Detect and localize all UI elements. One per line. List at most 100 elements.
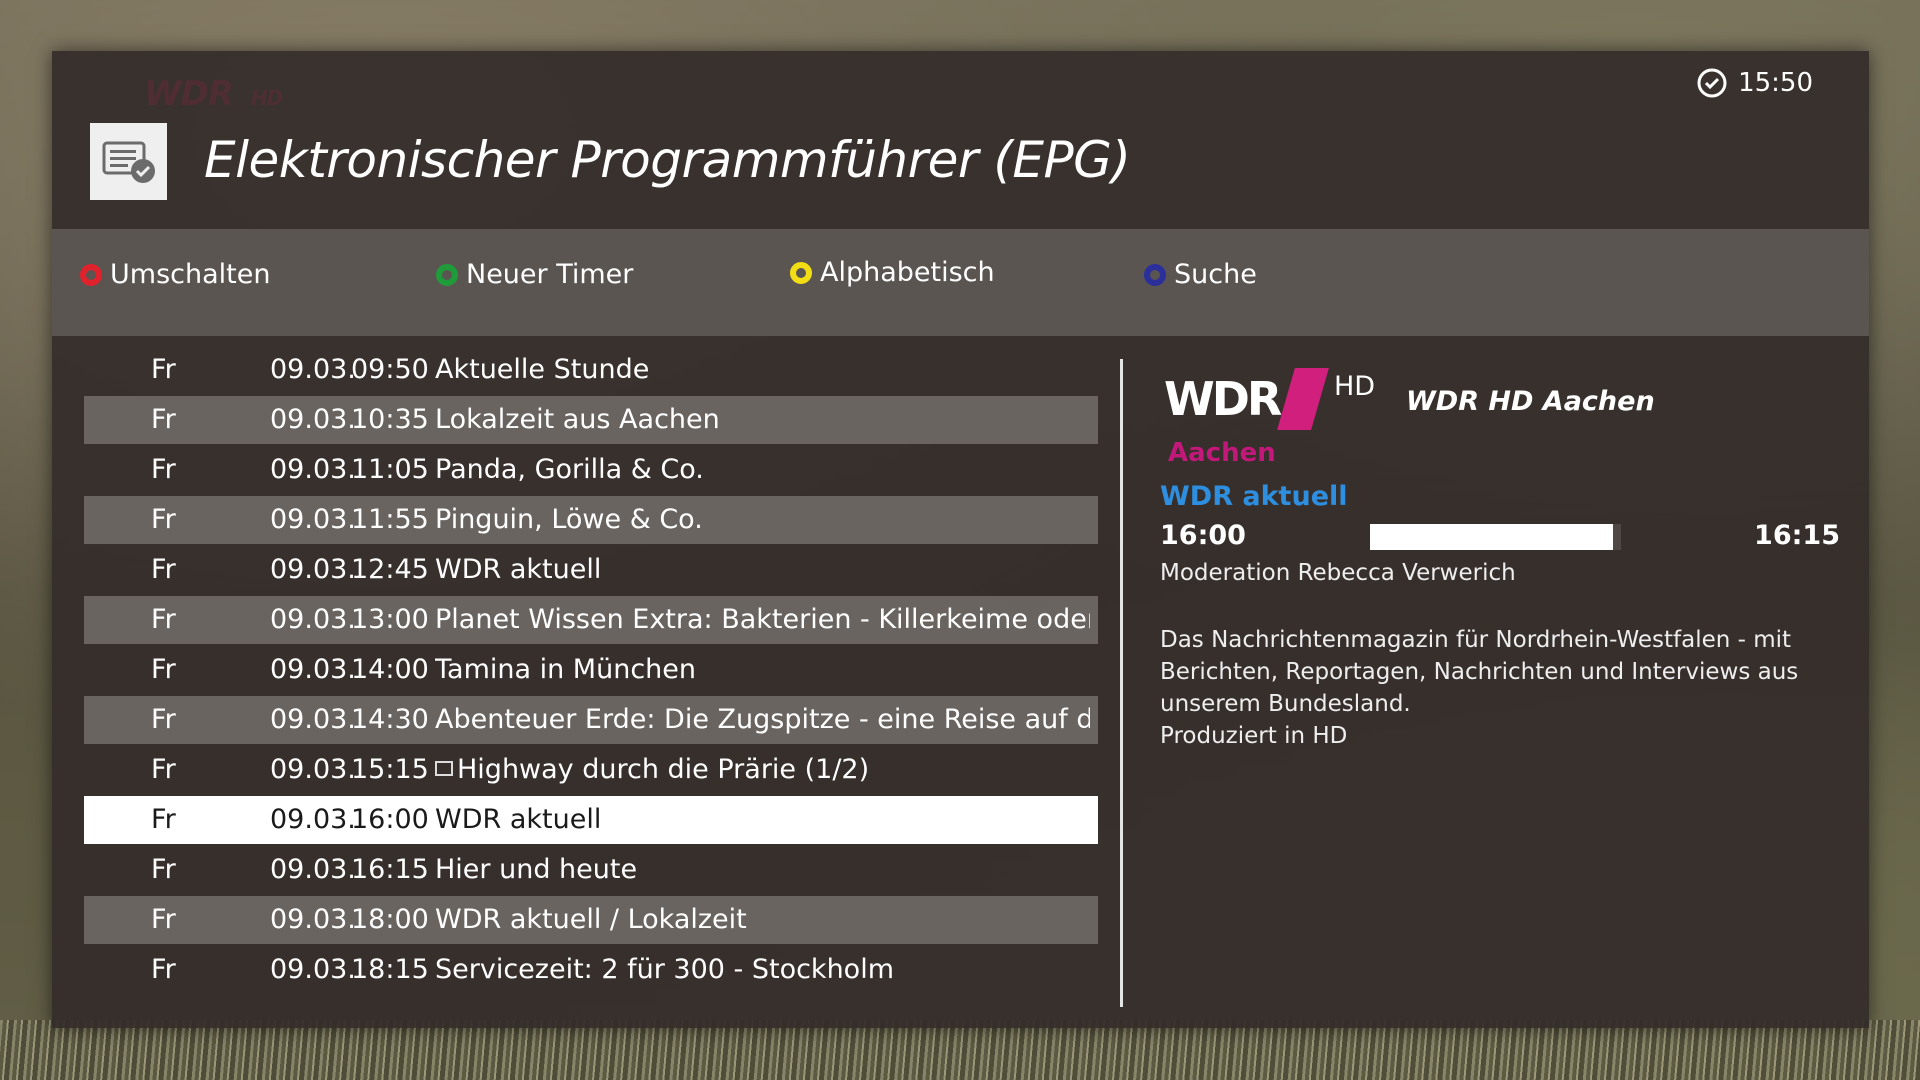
list-item-title-text: Abenteuer Erde: Die Zugspitze - eine Rei… <box>435 704 1090 735</box>
list-item-title-text: Aktuelle Stunde <box>435 354 650 385</box>
list-item-title-text: Planet Wissen Extra: Bakterien - Killerk… <box>435 604 1090 635</box>
epg-list-icon <box>90 123 167 200</box>
list-item[interactable]: Fr 09.03. 12:45 WDR aktuell <box>84 546 1098 594</box>
list-item-date-text: 09.03. <box>270 804 356 835</box>
list-item-time-text: 18:15 <box>351 954 429 985</box>
list-item-date-text: 09.03. <box>270 604 356 635</box>
list-item-day: Fr <box>151 354 176 385</box>
list-item-date-text: 09.03. <box>270 854 356 885</box>
list-item-day: Fr <box>151 904 176 935</box>
watermark-text: WDR <box>144 74 234 114</box>
list-item-day-text: Fr <box>151 904 176 935</box>
list-item-time-text: 16:00 <box>351 804 429 835</box>
list-item-date: 09.03. <box>270 954 356 985</box>
list-item-day: Fr <box>151 654 176 685</box>
list-item-date: 09.03. <box>270 454 356 485</box>
list-item-title-text: Pinguin, Löwe & Co. <box>435 504 703 535</box>
list-item-date: 09.03. <box>270 704 356 735</box>
list-item-title: Planet Wissen Extra: Bakterien - Killerk… <box>435 604 1090 635</box>
progress-fill <box>1370 524 1614 550</box>
list-item-time: 12:45 <box>351 554 429 585</box>
list-item-date-text: 09.03. <box>270 654 356 685</box>
page-title: Elektronischer Programmführer (EPG) <box>204 131 1131 189</box>
blue-ring-icon <box>1144 263 1166 286</box>
scrollbar[interactable] <box>1120 359 1123 1007</box>
list-item-date-text: 09.03. <box>270 704 356 735</box>
list-item-title: Pinguin, Löwe & Co. <box>435 504 1090 535</box>
list-item[interactable]: Fr 09.03. 14:00 Tamina in München <box>84 646 1098 694</box>
logo-slash-shape <box>1277 368 1329 430</box>
red-ring-icon <box>80 263 102 286</box>
moderation-text: Moderation Rebecca Verwerich <box>1160 560 1516 586</box>
list-item-day-text: Fr <box>151 604 176 635</box>
blue-button-search[interactable]: Suche <box>1144 259 1257 290</box>
list-item-title-text: Lokalzeit aus Aachen <box>435 404 720 435</box>
list-item-day: Fr <box>151 554 176 585</box>
list-item-day-text: Fr <box>151 854 176 885</box>
list-item-day: Fr <box>151 954 176 985</box>
list-item-date: 09.03. <box>270 754 356 785</box>
list-item-date: 09.03. <box>270 504 356 535</box>
list-item-date-text: 09.03. <box>270 954 356 985</box>
list-item-title: Tamina in München <box>435 654 1090 685</box>
list-item-date: 09.03. <box>270 854 356 885</box>
logo-region-text: Aachen <box>1168 438 1276 468</box>
list-item-title: WDR aktuell <box>435 804 1090 835</box>
green-button-new-timer[interactable]: Neuer Timer <box>436 259 633 290</box>
list-item-title: Hier und heute <box>435 854 1090 885</box>
list-item[interactable]: Fr 09.03. 13:00 Planet Wissen Extra: Bakter… <box>84 596 1098 644</box>
list-item-title-text: Servicezeit: 2 für 300 - Stockholm <box>435 954 894 985</box>
description-line: Berichten, Reportagen, Nachrichten und I… <box>1160 659 1799 685</box>
logo-hd-text: HD <box>1334 371 1376 402</box>
list-item-day-text: Fr <box>151 754 176 785</box>
list-item[interactable]: Fr 09.03. 16:00 WDR aktuell <box>84 796 1098 844</box>
list-item[interactable]: Fr 09.03. 14:30 Abenteuer Erde: Die Zugspit… <box>84 696 1098 744</box>
program-title: WDR aktuell <box>1160 481 1348 512</box>
list-item-title-text: WDR aktuell <box>435 804 602 835</box>
description-line: Das Nachrichtenmagazin für Nordrhein-Wes… <box>1160 627 1792 653</box>
list-item-day-text: Fr <box>151 404 176 435</box>
list-item[interactable]: Fr 09.03. 10:35 Lokalzeit aus Aachen <box>84 396 1098 444</box>
list-item-date-text: 09.03. <box>270 754 356 785</box>
list-item[interactable]: Fr 09.03. 18:00 WDR aktuell / Lokalzeit <box>84 896 1098 944</box>
list-item-day-text: Fr <box>151 354 176 385</box>
channel-name: WDR HD Aachen <box>1406 386 1655 417</box>
list-item-time: 11:05 <box>351 454 429 485</box>
list-item[interactable]: Fr 09.03. 18:15 Servicezeit: 2 für 300 - St… <box>84 946 1098 994</box>
progress-bar <box>1370 524 1621 550</box>
list-item-time-text: 11:05 <box>351 454 429 485</box>
list-item[interactable]: Fr 09.03. 11:55 Pinguin, Löwe & Co. <box>84 496 1098 544</box>
list-item-title: Aktuelle Stunde <box>435 354 1090 385</box>
list-item[interactable]: Fr 09.03. 09:50 Aktuelle Stunde <box>84 346 1098 394</box>
list-item[interactable]: Fr 09.03. 16:15 Hier und heute <box>84 846 1098 894</box>
description-line: unserem Bundesland. <box>1160 691 1411 717</box>
list-item-title-text: Tamina in München <box>435 654 697 685</box>
list-item[interactable]: Fr 09.03. 11:05 Panda, Gorilla & Co. <box>84 446 1098 494</box>
list-item-day-text: Fr <box>151 804 176 835</box>
start-time: 16:00 <box>1160 520 1246 551</box>
list-item-day: Fr <box>151 504 176 535</box>
channel-logo: WDR HD Aachen <box>1164 366 1394 468</box>
list-item-date: 09.03. <box>270 904 356 935</box>
list-item-time: 14:00 <box>351 654 429 685</box>
list-item-title-text: WDR aktuell / Lokalzeit <box>435 904 747 935</box>
list-item[interactable]: Fr 09.03. 15:15 Highway durch die Prärie (1… <box>84 746 1098 794</box>
list-item-title-text: Panda, Gorilla & Co. <box>435 454 704 485</box>
list-item-day: Fr <box>151 754 176 785</box>
list-item-date-text: 09.03. <box>270 404 356 435</box>
program-description: Das Nachrichtenmagazin für Nordrhein-Wes… <box>1160 624 1840 752</box>
list-item-time: 13:00 <box>351 604 429 635</box>
list-item-time-text: 18:00 <box>351 904 429 935</box>
list-item-title-text: Highway durch die Prärie (1/2) <box>457 754 870 785</box>
list-item-day: Fr <box>151 854 176 885</box>
description-line: Produziert in HD <box>1160 723 1348 749</box>
logo-wdr-text: WDR <box>1164 372 1282 426</box>
yellow-button-alphabetical[interactable]: Alphabetisch <box>790 257 995 288</box>
list-item-date: 09.03. <box>270 354 356 385</box>
clock-icon <box>1697 68 1727 98</box>
green-button-label: Neuer Timer <box>466 259 634 290</box>
red-button-switch[interactable]: Umschalten <box>80 259 270 290</box>
list-item-day: Fr <box>151 804 176 835</box>
list-item-day: Fr <box>151 704 176 735</box>
list-item-date-text: 09.03. <box>270 454 356 485</box>
